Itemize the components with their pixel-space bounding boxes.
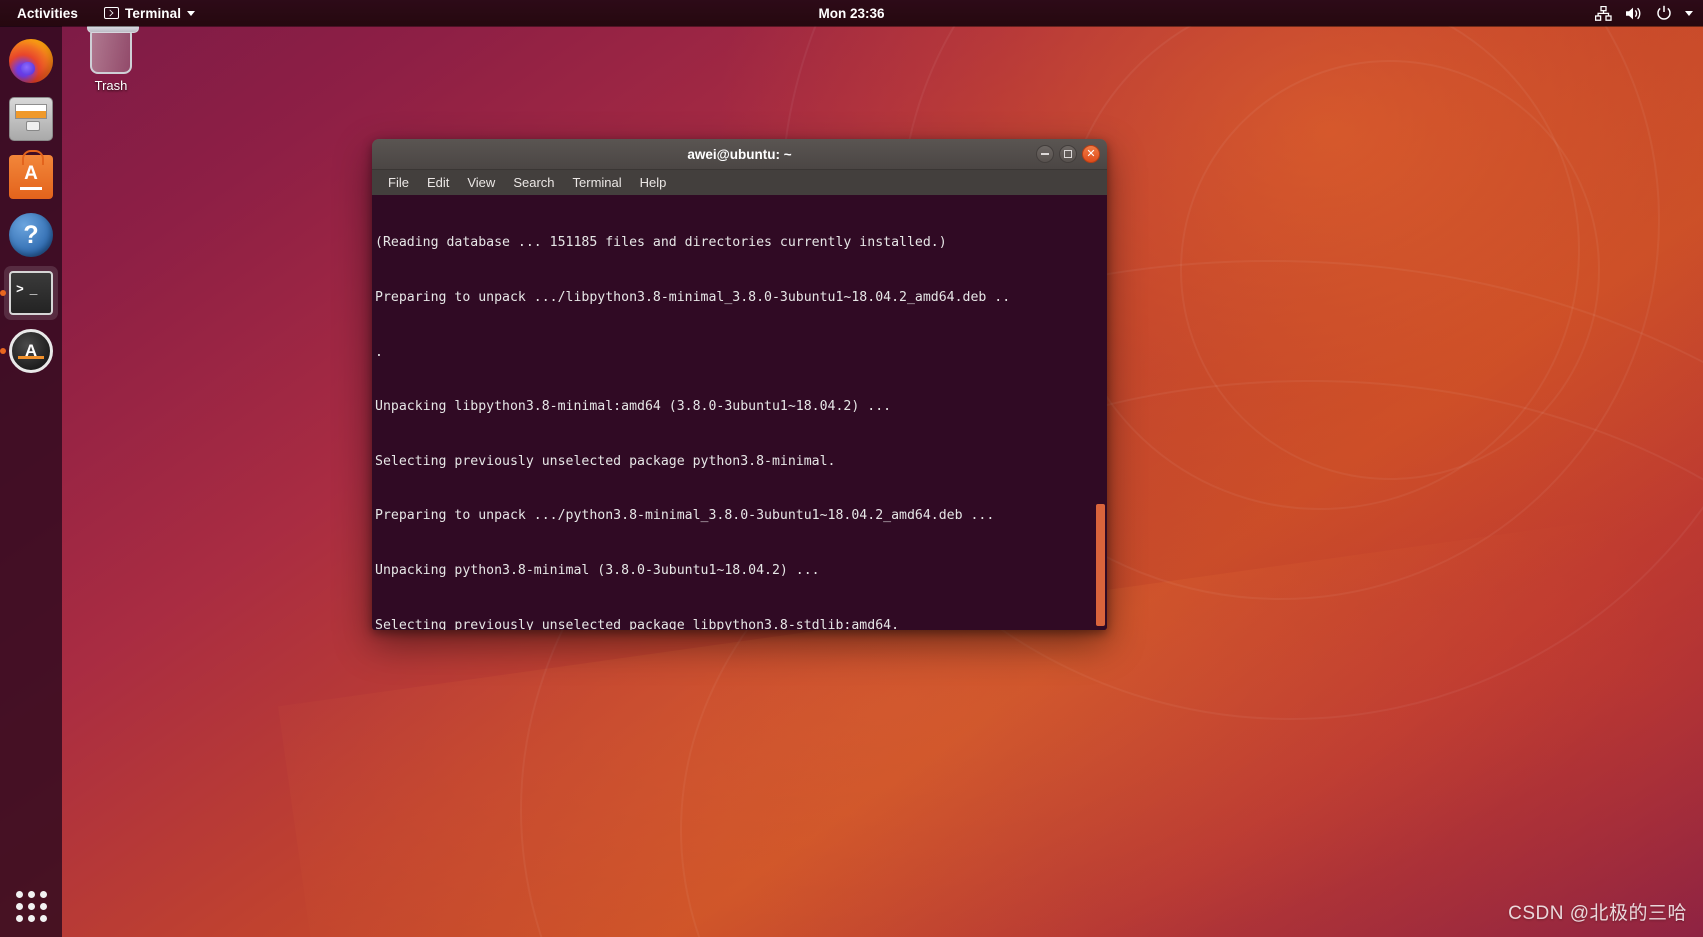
menu-bar: File Edit View Search Terminal Help <box>372 170 1107 195</box>
menu-item-edit[interactable]: Edit <box>420 173 456 192</box>
terminal-text: (Reading database ... 151185 files and d… <box>375 198 1107 630</box>
wallpaper-arc <box>1060 0 1580 510</box>
desktop-icon-trash[interactable]: Trash <box>68 22 154 93</box>
app-grid-icon <box>15 890 47 922</box>
dock-item-ubuntu-software[interactable] <box>4 150 58 204</box>
terminal-line: Unpacking python3.8-minimal (3.8.0-3ubun… <box>375 562 820 578</box>
terminal-line: Unpacking libpython3.8-minimal:amd64 (3.… <box>375 399 892 415</box>
dock-item-terminal[interactable] <box>0 266 58 320</box>
vertical-scrollbar[interactable] <box>1094 195 1107 630</box>
menu-item-file[interactable]: File <box>381 173 416 192</box>
firefox-icon <box>9 39 53 83</box>
top-bar: Activities Terminal Mon 23:36 <box>0 0 1703 26</box>
maximize-icon <box>1064 150 1072 158</box>
terminal-line: (Reading database ... 151185 files and d… <box>375 235 947 251</box>
terminal-icon <box>104 7 120 19</box>
terminal-window[interactable]: awei@ubuntu: ~ ✕ File Edit View Search T… <box>372 139 1107 630</box>
software-updater-icon <box>9 329 53 373</box>
dock-item-software-updater[interactable] <box>0 324 58 378</box>
menu-item-terminal[interactable]: Terminal <box>566 173 629 192</box>
running-indicator-icon <box>0 348 6 354</box>
activities-button[interactable]: Activities <box>11 3 84 24</box>
dock-item-help[interactable] <box>4 208 58 262</box>
activities-label: Activities <box>17 5 79 21</box>
terminal-line: . <box>375 344 383 360</box>
menu-item-help[interactable]: Help <box>633 173 674 192</box>
clock-button[interactable]: Mon 23:36 <box>818 6 884 21</box>
power-icon <box>1657 5 1671 20</box>
terminal-line: Preparing to unpack .../libpython3.8-min… <box>375 290 1011 305</box>
terminal-line: Selecting previously unselected package … <box>375 453 836 469</box>
maximize-button[interactable] <box>1059 145 1077 163</box>
dock-item-firefox[interactable] <box>4 34 58 88</box>
files-icon <box>9 97 53 141</box>
clock-label: Mon 23:36 <box>818 5 885 21</box>
minimize-icon <box>1041 153 1049 155</box>
system-menu-chevron-icon <box>1685 10 1693 16</box>
menu-item-view[interactable]: View <box>460 173 502 192</box>
window-controls: ✕ <box>1036 145 1100 163</box>
minimize-button[interactable] <box>1036 145 1054 163</box>
watermark: CSDN @北极的三哈 <box>1508 903 1687 924</box>
menu-item-search[interactable]: Search <box>506 173 561 192</box>
dock-item-files[interactable] <box>4 92 58 146</box>
desktop-background: Activities Terminal Mon 23:36 A ? > _ A … <box>0 0 1703 937</box>
trash-label: Trash <box>94 78 128 93</box>
help-icon <box>9 213 53 257</box>
window-title: awei@ubuntu: ~ <box>687 146 792 162</box>
close-icon: ✕ <box>1086 147 1096 160</box>
scrollbar-thumb[interactable] <box>1096 504 1105 626</box>
window-titlebar[interactable]: awei@ubuntu: ~ ✕ <box>372 139 1107 170</box>
trash-icon <box>87 22 139 74</box>
network-icon <box>1595 5 1612 21</box>
terminal-icon <box>9 271 53 315</box>
show-applications-button[interactable] <box>0 875 62 937</box>
chevron-down-icon <box>187 10 196 16</box>
volume-icon <box>1626 7 1641 19</box>
close-button[interactable]: ✕ <box>1082 145 1100 163</box>
terminal-line: Preparing to unpack .../python3.8-minima… <box>375 508 995 524</box>
terminal-line: Selecting previously unselected package … <box>375 617 900 630</box>
app-menu-label: Terminal <box>125 5 182 21</box>
running-indicator-icon <box>0 290 6 296</box>
wallpaper-arc <box>1180 60 1600 480</box>
terminal-output-area[interactable]: (Reading database ... 151185 files and d… <box>372 195 1107 630</box>
system-indicators[interactable] <box>1595 5 1693 21</box>
app-menu-button[interactable]: Terminal <box>98 3 201 24</box>
ubuntu-software-icon <box>9 150 53 199</box>
dock <box>0 26 62 937</box>
